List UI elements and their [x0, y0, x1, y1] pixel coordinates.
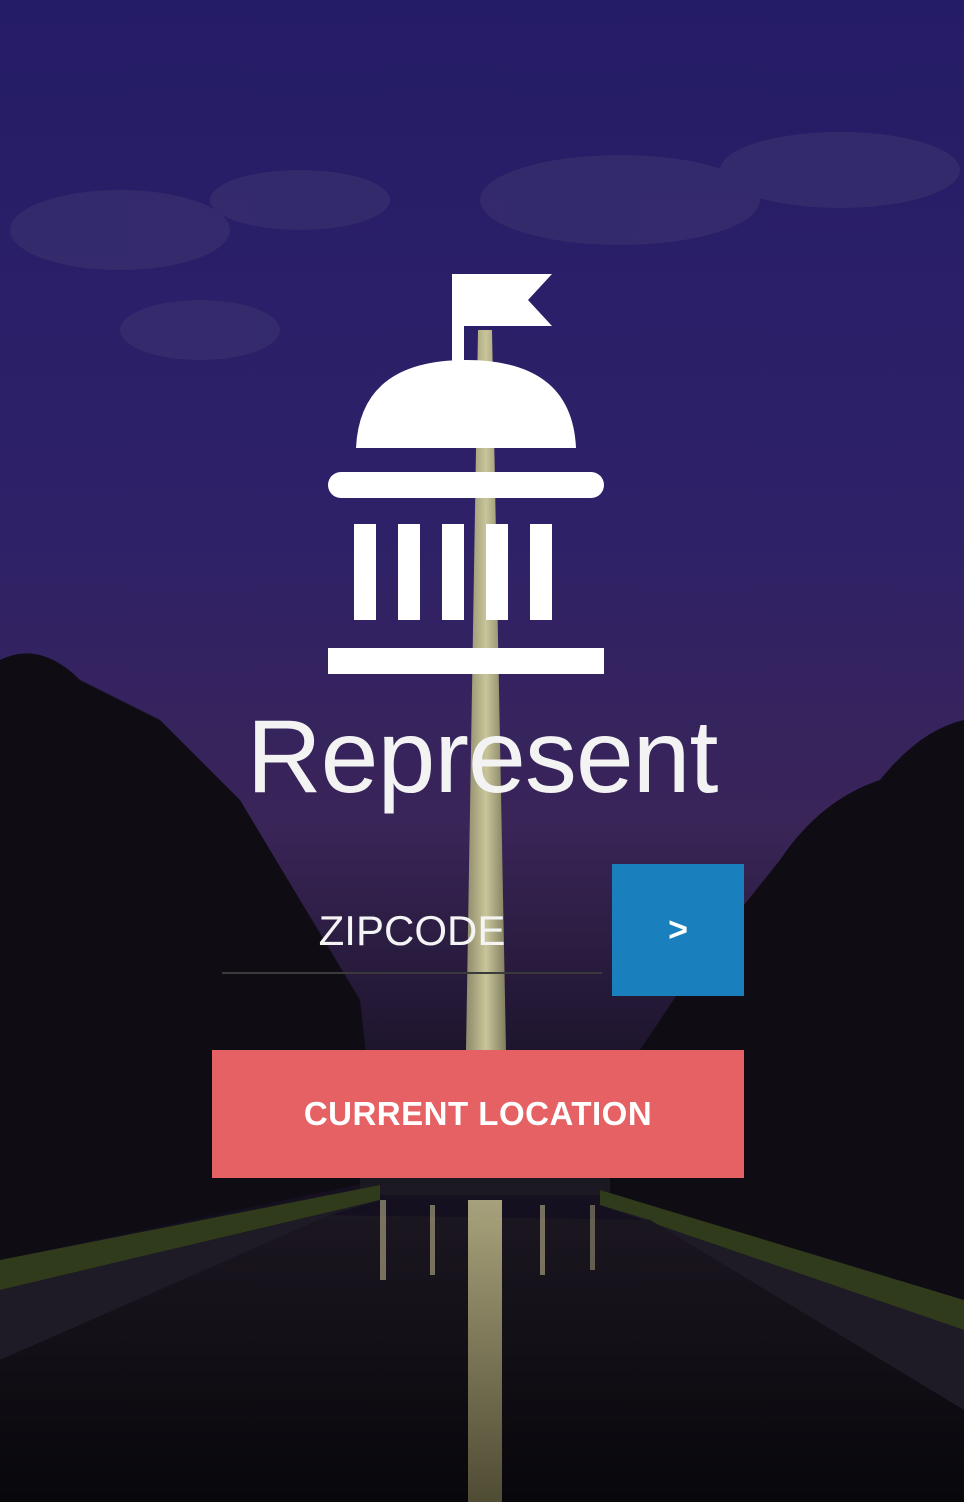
app-title: Represent — [246, 699, 719, 815]
zipcode-input[interactable] — [222, 890, 602, 974]
launch-screen: Represent > CURRENT LOCATION — [0, 0, 964, 1502]
capitol-building-icon — [328, 274, 604, 674]
current-location-button[interactable]: CURRENT LOCATION — [212, 1050, 744, 1178]
submit-zipcode-button[interactable]: > — [612, 864, 744, 996]
zipcode-field — [222, 890, 602, 976]
